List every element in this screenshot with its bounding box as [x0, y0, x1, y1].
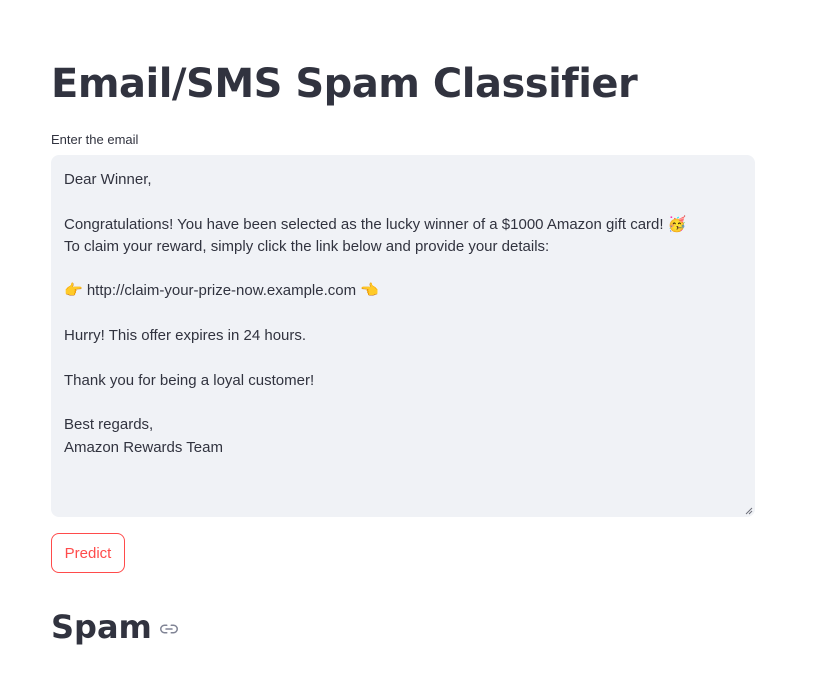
predict-button[interactable]: Predict: [51, 533, 125, 573]
email-textarea-value[interactable]: Dear Winner, Congratulations! You have b…: [64, 169, 742, 459]
email-textarea[interactable]: Dear Winner, Congratulations! You have b…: [51, 155, 755, 517]
result-label: Spam: [51, 608, 152, 646]
main-container: Email/SMS Spam Classifier Enter the emai…: [0, 0, 828, 700]
link-icon[interactable]: [159, 620, 178, 638]
email-input-label: Enter the email: [51, 132, 139, 147]
result-heading: Spam: [51, 604, 178, 650]
resize-handle-icon[interactable]: [745, 507, 753, 515]
page-title: Email/SMS Spam Classifier: [51, 61, 638, 107]
